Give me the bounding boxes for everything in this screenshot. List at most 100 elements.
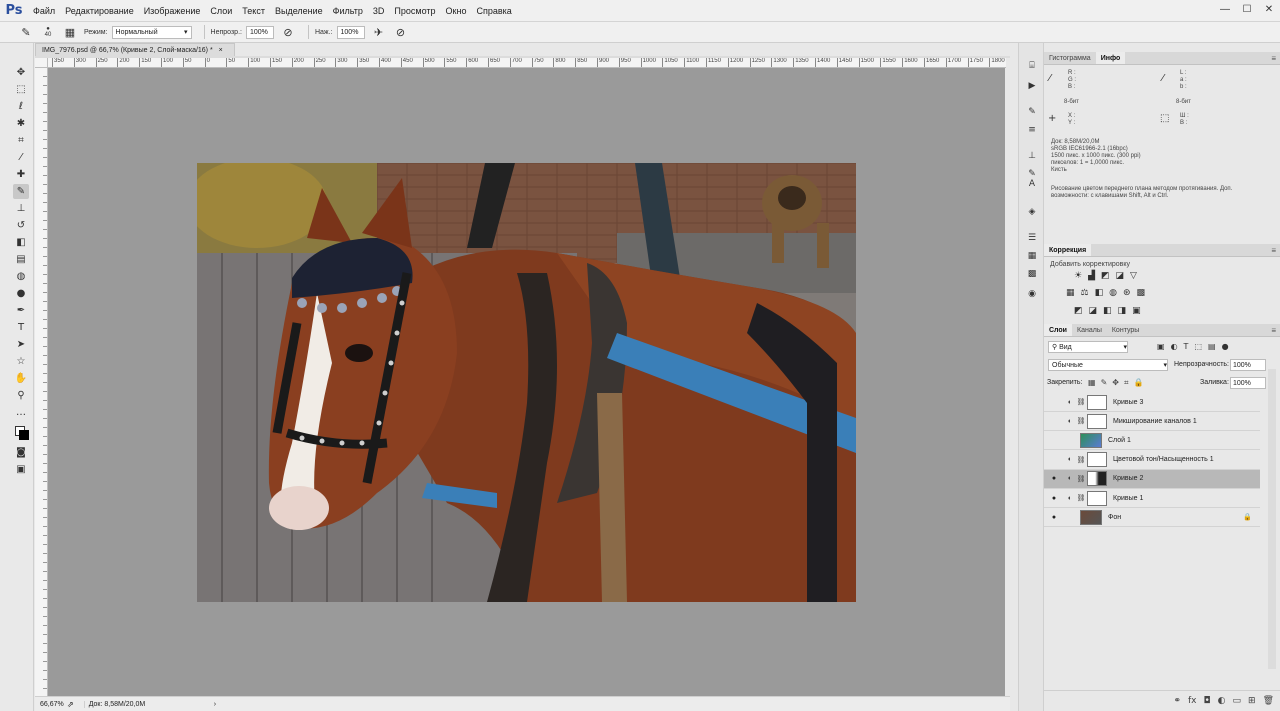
- brush-presets-icon[interactable]: ≡: [1024, 123, 1040, 137]
- vertical-ruler[interactable]: [35, 68, 48, 696]
- layer-opacity-field[interactable]: 100%: [1230, 359, 1266, 371]
- quick-mask-icon[interactable]: ◙: [13, 445, 29, 460]
- fill-field[interactable]: 100%: [1230, 377, 1266, 389]
- blur-tool-icon[interactable]: ◍: [13, 269, 29, 284]
- paths-panel-icon[interactable]: ▩: [1024, 267, 1040, 281]
- layer-name[interactable]: Кривые 2: [1113, 475, 1143, 482]
- styles-panel-icon[interactable]: ▦: [1024, 249, 1040, 263]
- tab-histogram[interactable]: Гистограмма: [1044, 52, 1096, 64]
- layer-row[interactable]: ● ◐ ⛓ Кривые 1: [1044, 489, 1260, 508]
- screen-mode-icon[interactable]: ▣: [13, 462, 29, 477]
- brush-tool-icon[interactable]: ✎: [18, 24, 34, 40]
- visibility-eye-icon[interactable]: ○: [1048, 418, 1060, 425]
- shape-tool-icon[interactable]: ☆: [13, 354, 29, 369]
- invert-icon[interactable]: ◩: [1074, 306, 1083, 316]
- airbrush-icon[interactable]: ✈: [371, 24, 387, 40]
- layer-row[interactable]: ○ ◐⛓ Цветовой тон/Насыщенность 1: [1044, 451, 1260, 470]
- lasso-tool-icon[interactable]: ℓ: [13, 99, 29, 114]
- layer-name[interactable]: Слой 1: [1108, 437, 1131, 444]
- link-icon[interactable]: ⛓: [1076, 417, 1086, 425]
- menu-view[interactable]: Просмотр: [389, 0, 440, 22]
- move-tool-icon[interactable]: ✥: [13, 65, 29, 80]
- blend-mode-select[interactable]: Обычные ▾: [1048, 359, 1168, 371]
- zoom-tool-icon[interactable]: ⚲: [13, 388, 29, 403]
- visibility-eye-icon[interactable]: ○: [1048, 456, 1060, 463]
- layer-style-icon[interactable]: fx: [1188, 696, 1197, 706]
- more-tools-icon[interactable]: …: [13, 405, 29, 420]
- photo-filter-icon[interactable]: ◍: [1109, 288, 1117, 298]
- pressure-size-icon[interactable]: ⊘: [393, 24, 409, 40]
- ruler-origin[interactable]: [35, 58, 48, 68]
- zoom-level[interactable]: 66,67%: [35, 701, 64, 708]
- lock-position-icon[interactable]: ✥: [1112, 378, 1119, 388]
- visibility-eye-icon[interactable]: ○: [1048, 437, 1060, 444]
- delete-layer-icon[interactable]: 🗑: [1263, 696, 1274, 706]
- tab-channels[interactable]: Каналы: [1072, 324, 1107, 336]
- minimize-button[interactable]: —: [1214, 0, 1236, 18]
- close-button[interactable]: ✕: [1258, 0, 1280, 18]
- posterize-icon[interactable]: ◪: [1089, 306, 1098, 316]
- layer-mask-thumbnail[interactable]: [1087, 471, 1107, 487]
- new-layer-icon[interactable]: ⊞: [1248, 696, 1256, 706]
- layer-row[interactable]: ○ ◐⛓ Микширование каналов 1: [1044, 412, 1260, 432]
- brightness-icon[interactable]: ☀: [1074, 271, 1082, 281]
- filter-adjustment-icon[interactable]: ◐: [1171, 342, 1178, 351]
- history-brush-tool-icon[interactable]: ↺: [13, 218, 29, 233]
- mode-select[interactable]: Нормальный ▾: [111, 25, 192, 39]
- link-icon[interactable]: ⛓: [1076, 494, 1086, 502]
- maximize-button[interactable]: ☐: [1236, 0, 1258, 18]
- filter-smart-object-icon[interactable]: ▤: [1208, 342, 1216, 351]
- eyedropper-tool-icon[interactable]: ⁄: [13, 150, 29, 165]
- horizontal-ruler[interactable]: 350 300 250 200 150 100 50 0 50 100 150 200 250 300 35…: [48, 58, 1006, 68]
- menu-filter[interactable]: Фильтр: [328, 0, 368, 22]
- visibility-eye-icon[interactable]: ●: [1048, 475, 1060, 482]
- visibility-eye-icon[interactable]: ●: [1048, 514, 1060, 521]
- layer-thumbnail[interactable]: [1080, 509, 1102, 525]
- type-panel-icon[interactable]: A: [1024, 177, 1040, 191]
- exposure-icon[interactable]: ◪: [1116, 271, 1125, 281]
- clone-stamp-tool-icon[interactable]: ⊥: [13, 201, 29, 216]
- lock-all-icon[interactable]: 🔒: [1133, 378, 1143, 388]
- threshold-icon[interactable]: ◧: [1103, 306, 1112, 316]
- link-icon[interactable]: ⛓: [1076, 475, 1086, 483]
- status-menu-arrow-icon[interactable]: ›: [214, 701, 216, 708]
- filter-shape-icon[interactable]: ⬚: [1194, 342, 1202, 351]
- layer-row[interactable]: ● Фон 🔒: [1044, 508, 1260, 528]
- actions-panel-icon[interactable]: ▶: [1024, 79, 1040, 93]
- panel-menu-icon[interactable]: ≡: [1271, 52, 1276, 65]
- document-tab[interactable]: IMG_7976.psd @ 66,7% (Кривые 2, Слой-мас…: [35, 43, 235, 57]
- filter-toggle-icon[interactable]: ●: [1222, 342, 1229, 351]
- lock-image-icon[interactable]: ✎: [1101, 378, 1108, 388]
- layer-name[interactable]: Цветовой тон/Насыщенность 1: [1113, 456, 1214, 463]
- hand-tool-icon[interactable]: ✋: [13, 371, 29, 386]
- share-icon[interactable]: ⇗: [67, 700, 74, 709]
- layer-row[interactable]: ● ◐ ⛓ Кривые 2: [1044, 469, 1260, 489]
- menu-window[interactable]: Окно: [441, 0, 472, 22]
- layer-row[interactable]: ○ ◐⛓ Кривые 3: [1044, 393, 1260, 412]
- tab-paths[interactable]: Контуры: [1107, 324, 1144, 336]
- layer-mask-thumbnail[interactable]: [1087, 490, 1107, 506]
- path-selection-tool-icon[interactable]: ➤: [13, 337, 29, 352]
- pressure-opacity-icon[interactable]: ⊘: [280, 24, 296, 40]
- layer-row[interactable]: ○ Слой 1: [1044, 431, 1260, 451]
- properties-panel-icon[interactable]: ☰: [1024, 231, 1040, 245]
- layer-mask-thumbnail[interactable]: [1087, 394, 1107, 410]
- magic-wand-tool-icon[interactable]: ✱: [13, 116, 29, 131]
- channel-mixer-icon[interactable]: ⊛: [1123, 288, 1131, 298]
- layer-filter-select[interactable]: ⚲ Вид ▾: [1048, 341, 1128, 353]
- panel-menu-icon[interactable]: ≡: [1271, 244, 1276, 257]
- tab-layers[interactable]: Слои: [1044, 324, 1072, 336]
- selective-color-icon[interactable]: ◨: [1118, 306, 1127, 316]
- lock-artboard-icon[interactable]: ⌗: [1124, 378, 1129, 388]
- gradient-tool-icon[interactable]: ▤: [13, 252, 29, 267]
- layer-mask-thumbnail[interactable]: [1087, 452, 1107, 468]
- tab-info[interactable]: Инфо: [1095, 52, 1126, 64]
- new-group-icon[interactable]: ▭: [1233, 696, 1242, 706]
- dodge-tool-icon[interactable]: ●: [13, 286, 29, 301]
- layer-thumbnail[interactable]: [1080, 432, 1102, 448]
- layer-name[interactable]: Кривые 1: [1113, 495, 1143, 502]
- brush-tool-icon[interactable]: ✎: [13, 184, 29, 199]
- new-adjustment-icon[interactable]: ◐: [1218, 696, 1226, 706]
- clone-source-icon[interactable]: ⊥: [1024, 149, 1040, 163]
- menu-select[interactable]: Выделение: [270, 0, 328, 22]
